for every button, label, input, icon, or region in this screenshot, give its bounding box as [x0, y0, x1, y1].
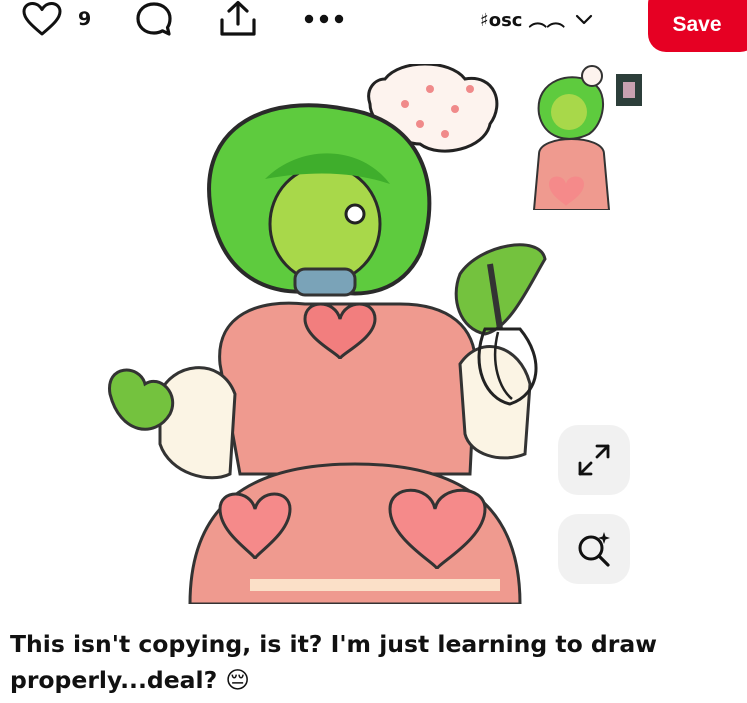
- board-selector[interactable]: ♯osc ︵︵: [480, 0, 593, 38]
- visual-search-icon: [578, 532, 610, 567]
- save-button[interactable]: Save: [648, 0, 747, 52]
- expand-button[interactable]: [558, 425, 630, 495]
- pin-title: This isn't copying, is it? I'm just lear…: [10, 630, 657, 694]
- comment-button[interactable]: [134, 0, 174, 38]
- visual-search-button[interactable]: [558, 514, 630, 584]
- share-upload-icon: [220, 0, 256, 36]
- chevron-down-icon: [575, 14, 592, 24]
- speech-bubble-icon: [136, 2, 172, 36]
- more-dots-icon: [304, 14, 344, 24]
- more-options-button[interactable]: [302, 0, 346, 38]
- save-button-label: Save: [672, 13, 722, 36]
- character-head-drawing: [207, 103, 432, 297]
- expand-arrows-icon: [578, 444, 610, 476]
- related-pin-thumbnail[interactable]: [524, 64, 648, 210]
- board-name: ♯osc ︵︵: [480, 10, 565, 31]
- like-count: 9: [78, 8, 92, 30]
- heart-outline-icon: [22, 2, 62, 36]
- share-button[interactable]: [216, 0, 260, 38]
- like-button[interactable]: 9: [22, 0, 91, 38]
- pin-action-toolbar: 9 ♯osc ︵︵ Save: [0, 0, 747, 56]
